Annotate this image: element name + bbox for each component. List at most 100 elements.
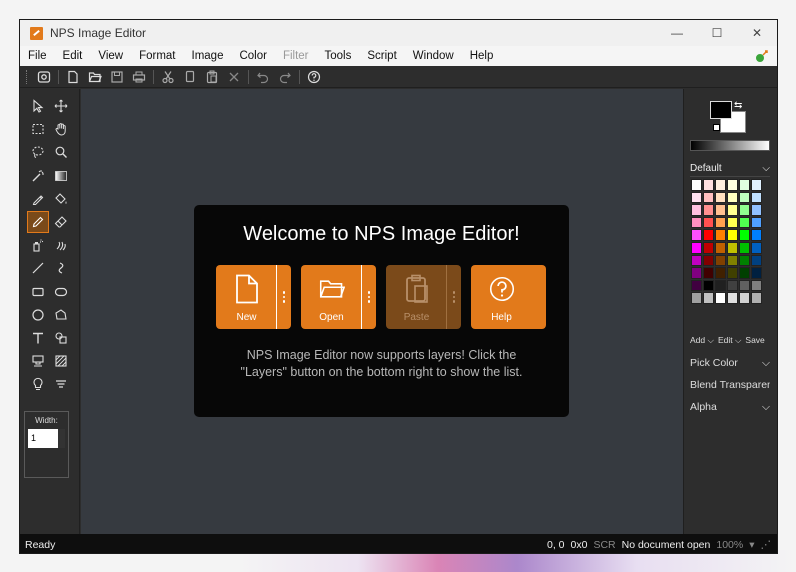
polygon-tool-icon[interactable]	[50, 304, 72, 326]
menu-view[interactable]: View	[90, 46, 131, 66]
menu-window[interactable]: Window	[405, 46, 462, 66]
palette-swatch[interactable]	[751, 279, 762, 292]
resize-grip-icon[interactable]: ⋰	[761, 539, 772, 551]
palette-swatch[interactable]	[751, 216, 762, 229]
minimize-button[interactable]: —	[657, 20, 697, 46]
plugin-icon[interactable]	[755, 49, 769, 63]
pick-color-dropdown[interactable]: Pick Color ⌵	[690, 355, 770, 371]
palette-swatch[interactable]	[727, 229, 738, 241]
palette-swatch[interactable]	[715, 267, 726, 279]
menu-color[interactable]: Color	[231, 46, 274, 66]
open-button[interactable]: Open	[301, 265, 376, 329]
palette-swatch[interactable]	[715, 179, 726, 191]
zoom-level[interactable]: 100%	[716, 539, 743, 551]
palette-swatch[interactable]	[703, 191, 714, 204]
zoom-tool-icon[interactable]	[50, 141, 72, 163]
palette-swatch[interactable]	[727, 292, 738, 304]
palette-swatch[interactable]	[739, 279, 750, 292]
line-tool-icon[interactable]	[27, 257, 49, 279]
width-input[interactable]: 1	[28, 429, 65, 448]
pattern-tool-icon[interactable]	[50, 350, 72, 372]
palette-swatch[interactable]	[691, 216, 702, 229]
pencil-tool-icon[interactable]	[27, 210, 49, 233]
menu-help[interactable]: Help	[462, 46, 502, 66]
gradient-bar[interactable]	[690, 140, 770, 151]
delete-icon[interactable]	[223, 67, 245, 87]
new-button[interactable]: New	[216, 265, 291, 329]
magic-wand-icon[interactable]	[27, 165, 49, 187]
redo-icon[interactable]	[274, 67, 296, 87]
palette-swatch[interactable]	[691, 279, 702, 292]
palette-swatch[interactable]	[703, 241, 714, 254]
help-icon[interactable]	[303, 67, 325, 87]
text-tool-icon[interactable]	[27, 327, 49, 349]
palette-swatch[interactable]	[739, 292, 750, 304]
open-folder-icon[interactable]	[84, 67, 106, 87]
eraser-tool-icon[interactable]	[50, 211, 72, 233]
palette-swatch[interactable]	[727, 241, 738, 254]
smudge-tool-icon[interactable]	[50, 234, 72, 256]
palette-swatch[interactable]	[715, 254, 726, 267]
palette-swatch[interactable]	[751, 191, 762, 204]
menu-script[interactable]: Script	[359, 46, 404, 66]
toolbar-grip[interactable]	[26, 69, 29, 84]
palette-swatch[interactable]	[751, 179, 762, 191]
palette-swatch[interactable]	[739, 204, 750, 216]
undo-icon[interactable]	[252, 67, 274, 87]
palette-swatch[interactable]	[715, 216, 726, 229]
palette-swatch[interactable]	[751, 254, 762, 267]
palette-swatch[interactable]	[703, 279, 714, 292]
help-button[interactable]: Help	[471, 265, 546, 329]
menu-image[interactable]: Image	[184, 46, 232, 66]
palette-swatch[interactable]	[739, 254, 750, 267]
palette-swatch[interactable]	[715, 204, 726, 216]
menu-file[interactable]: File	[20, 46, 55, 66]
palette-swatch[interactable]	[691, 267, 702, 279]
palette-swatch[interactable]	[739, 241, 750, 254]
palette-swatch[interactable]	[715, 292, 726, 304]
palette-swatch[interactable]	[715, 191, 726, 204]
swap-colors-icon[interactable]: ⇆	[734, 100, 742, 111]
gradient-tool-icon[interactable]	[50, 165, 72, 187]
cut-icon[interactable]	[157, 67, 179, 87]
alpha-dropdown[interactable]: Alpha ⌵	[690, 399, 770, 415]
palette-swatch[interactable]	[703, 179, 714, 191]
lasso-tool-icon[interactable]	[27, 141, 49, 163]
palette-swatch[interactable]	[703, 204, 714, 216]
rounded-rect-tool-icon[interactable]	[50, 281, 72, 303]
rect-select-icon[interactable]	[27, 118, 49, 140]
color-palette-grid[interactable]	[691, 179, 762, 304]
palette-swatch[interactable]	[739, 216, 750, 229]
palette-save-button[interactable]: Save	[745, 335, 764, 346]
palette-swatch[interactable]	[727, 267, 738, 279]
open-more-icon[interactable]	[362, 265, 376, 329]
palette-swatch[interactable]	[715, 279, 726, 292]
palette-swatch[interactable]	[691, 241, 702, 254]
blend-dropdown[interactable]: Blend Transparent ⌵	[690, 377, 770, 393]
move-tool-icon[interactable]	[50, 95, 72, 117]
print-icon[interactable]	[128, 67, 150, 87]
menu-edit[interactable]: Edit	[55, 46, 91, 66]
palette-swatch[interactable]	[751, 292, 762, 304]
new-file-icon[interactable]	[62, 67, 84, 87]
palette-swatch[interactable]	[691, 179, 702, 191]
palette-swatch[interactable]	[727, 279, 738, 292]
shapes-tool-icon[interactable]	[50, 327, 72, 349]
palette-swatch[interactable]	[739, 179, 750, 191]
pen-tool-icon[interactable]	[27, 188, 49, 210]
palette-swatch[interactable]	[751, 241, 762, 254]
palette-swatch[interactable]	[739, 267, 750, 279]
palette-swatch[interactable]	[691, 191, 702, 204]
menu-format[interactable]: Format	[131, 46, 183, 66]
palette-swatch[interactable]	[691, 254, 702, 267]
palette-swatch[interactable]	[703, 254, 714, 267]
palette-swatch[interactable]	[703, 267, 714, 279]
menu-tools[interactable]: Tools	[317, 46, 360, 66]
palette-edit-button[interactable]: Edit ⌵	[718, 335, 741, 346]
light-bulb-icon[interactable]	[27, 373, 49, 395]
pointer-tool-icon[interactable]	[27, 95, 49, 117]
copy-icon[interactable]	[179, 67, 201, 87]
new-more-icon[interactable]	[277, 265, 291, 329]
palette-swatch[interactable]	[703, 292, 714, 304]
paste-icon[interactable]	[201, 67, 223, 87]
